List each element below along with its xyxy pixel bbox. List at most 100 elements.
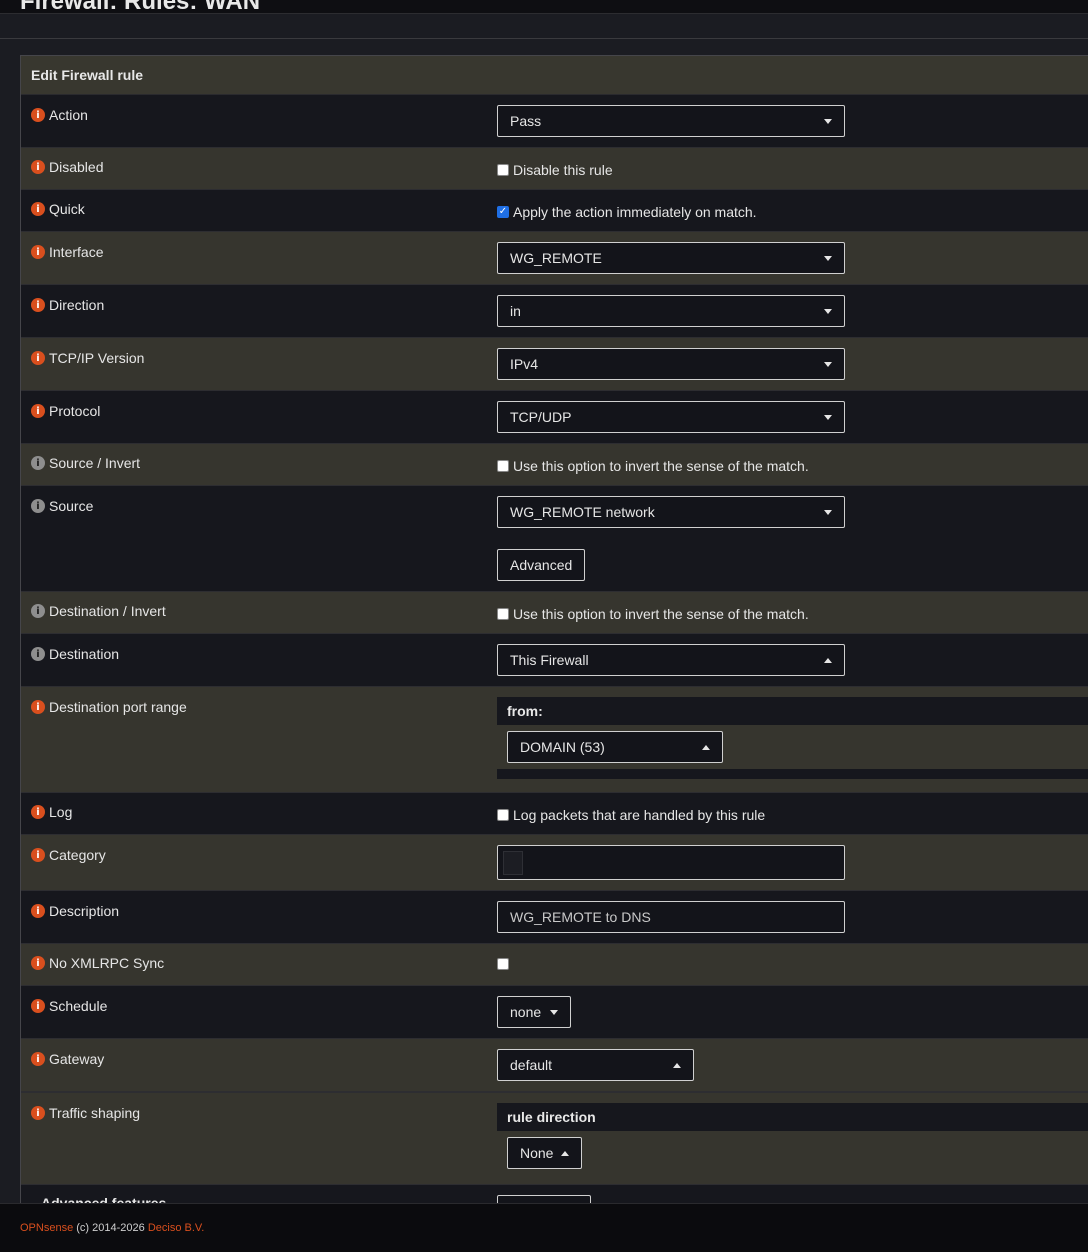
- info-icon[interactable]: i: [31, 456, 45, 470]
- row-xmlrpc: i No XMLRPC Sync: [21, 944, 1088, 986]
- xmlrpc-checkbox-group: [497, 958, 513, 970]
- interface-select[interactable]: WG_REMOTE: [497, 242, 845, 274]
- info-icon[interactable]: i: [31, 499, 45, 513]
- schedule-select[interactable]: none: [497, 996, 571, 1028]
- log-checkbox-group: Log packets that are handled by this rul…: [497, 807, 765, 823]
- disabled-checkbox-group: Disable this rule: [497, 162, 613, 178]
- edit-rule-panel: Edit Firewall rule i Action Pass i Disable…: [20, 55, 1088, 1206]
- row-log: i Log Log packets that are handled by thi…: [21, 793, 1088, 835]
- row-schedule: i Schedule none: [21, 986, 1088, 1039]
- category-token-input[interactable]: [503, 850, 523, 875]
- info-icon[interactable]: i: [31, 805, 45, 819]
- label-category: i Category: [31, 847, 106, 863]
- destination-invert-checkbox[interactable]: [497, 608, 509, 620]
- row-traffic-shaping: i Traffic shaping rule direction None: [21, 1092, 1088, 1185]
- row-ipversion: i TCP/IP Version IPv4: [21, 338, 1088, 391]
- ipversion-select[interactable]: IPv4: [497, 348, 845, 380]
- label-traffic-shaping: i Traffic shaping: [31, 1105, 140, 1121]
- info-icon[interactable]: i: [31, 848, 45, 862]
- label-gateway: i Gateway: [31, 1051, 104, 1067]
- info-icon[interactable]: i: [31, 1052, 45, 1066]
- label-schedule: i Schedule: [31, 998, 107, 1014]
- label-destination-invert: i Destination / Invert: [31, 603, 166, 619]
- caret-down-icon: [824, 118, 832, 124]
- log-checkbox[interactable]: [497, 809, 509, 821]
- info-icon[interactable]: i: [31, 202, 45, 216]
- label-disabled: i Disabled: [31, 159, 103, 175]
- info-icon[interactable]: i: [31, 604, 45, 618]
- info-icon[interactable]: i: [31, 404, 45, 418]
- row-destination: i Destination This Firewall: [21, 634, 1088, 687]
- row-source-invert: i Source / Invert Use this option to inve…: [21, 444, 1088, 486]
- port-from-cell: DOMAIN (53): [497, 725, 1088, 769]
- label-source-invert: i Source / Invert: [31, 455, 140, 471]
- title-divider: [0, 38, 1088, 39]
- caret-up-icon: [561, 1150, 569, 1156]
- info-icon[interactable]: i: [31, 108, 45, 122]
- xmlrpc-checkbox[interactable]: [497, 958, 509, 970]
- quick-checkbox[interactable]: ✓: [497, 206, 509, 218]
- shaping-table: rule direction None: [497, 1103, 1088, 1179]
- label-destination-port: i Destination port range: [31, 699, 187, 715]
- info-icon[interactable]: i: [31, 245, 45, 259]
- source-invert-checkbox-group: Use this option to invert the sense of t…: [497, 458, 809, 474]
- panel-heading: Edit Firewall rule: [21, 56, 1088, 95]
- label-log: i Log: [31, 804, 72, 820]
- label-direction: i Direction: [31, 297, 104, 313]
- source-select[interactable]: WG_REMOTE network: [497, 496, 845, 528]
- shaping-direction-select[interactable]: None: [507, 1137, 582, 1169]
- disabled-checkbox[interactable]: [497, 164, 509, 176]
- row-category: i Category: [21, 835, 1088, 891]
- label-source: i Source: [31, 498, 93, 514]
- info-icon[interactable]: i: [31, 351, 45, 365]
- info-icon[interactable]: i: [31, 999, 45, 1013]
- caret-down-icon: [550, 1009, 558, 1015]
- row-quick: i Quick ✓ Apply the action immediately on …: [21, 190, 1088, 232]
- row-protocol: i Protocol TCP/UDP: [21, 391, 1088, 444]
- footer-brand-link[interactable]: OPNsense: [20, 1222, 73, 1234]
- row-description: i Description WG_REMOTE to DNS: [21, 891, 1088, 944]
- caret-up-icon: [673, 1062, 681, 1068]
- label-xmlrpc: i No XMLRPC Sync: [31, 955, 164, 971]
- port-table-footer: [497, 769, 1088, 779]
- label-interface: i Interface: [31, 244, 103, 260]
- label-action: i Action: [31, 107, 88, 123]
- port-from-select[interactable]: DOMAIN (53): [507, 731, 723, 763]
- caret-down-icon: [824, 255, 832, 261]
- port-range-table: from: DOMAIN (53): [497, 697, 1088, 779]
- info-icon[interactable]: i: [31, 298, 45, 312]
- source-advanced-button[interactable]: Advanced: [497, 549, 586, 581]
- row-interface: i Interface WG_REMOTE: [21, 232, 1088, 285]
- protocol-select[interactable]: TCP/UDP: [497, 401, 845, 433]
- source-invert-checkbox[interactable]: [497, 460, 509, 472]
- page-title: Firewall: Rules: WAN: [20, 0, 261, 15]
- shaping-direction-cell: None: [497, 1131, 1088, 1179]
- destination-select[interactable]: This Firewall: [497, 644, 845, 676]
- info-icon[interactable]: i: [31, 160, 45, 174]
- gateway-select[interactable]: default: [497, 1049, 694, 1081]
- label-destination: i Destination: [31, 646, 119, 662]
- caret-up-icon: [824, 657, 832, 663]
- row-destination-port: i Destination port range from: DOMAIN (53…: [21, 687, 1088, 793]
- destination-invert-checkbox-group: Use this option to invert the sense of t…: [497, 606, 809, 622]
- info-icon[interactable]: i: [31, 1106, 45, 1120]
- label-description: i Description: [31, 903, 119, 919]
- description-input[interactable]: WG_REMOTE to DNS: [497, 901, 845, 933]
- direction-select[interactable]: in: [497, 295, 845, 327]
- label-quick: i Quick: [31, 201, 85, 217]
- info-icon[interactable]: i: [31, 904, 45, 918]
- caret-up-icon: [702, 744, 710, 750]
- row-direction: i Direction in: [21, 285, 1088, 338]
- row-action: i Action Pass: [21, 95, 1088, 148]
- action-select[interactable]: Pass: [497, 105, 845, 137]
- quick-checkbox-group: ✓ Apply the action immediately on match.: [497, 204, 757, 220]
- info-icon[interactable]: i: [31, 647, 45, 661]
- label-protocol: i Protocol: [31, 403, 100, 419]
- caret-down-icon: [824, 509, 832, 515]
- footer: OPNsense (c) 2014-2026 Deciso B.V.: [0, 1203, 1088, 1252]
- category-input[interactable]: [497, 845, 845, 880]
- footer-company-link[interactable]: Deciso B.V.: [148, 1222, 204, 1234]
- label-ipversion: i TCP/IP Version: [31, 350, 144, 366]
- info-icon[interactable]: i: [31, 956, 45, 970]
- info-icon[interactable]: i: [31, 700, 45, 714]
